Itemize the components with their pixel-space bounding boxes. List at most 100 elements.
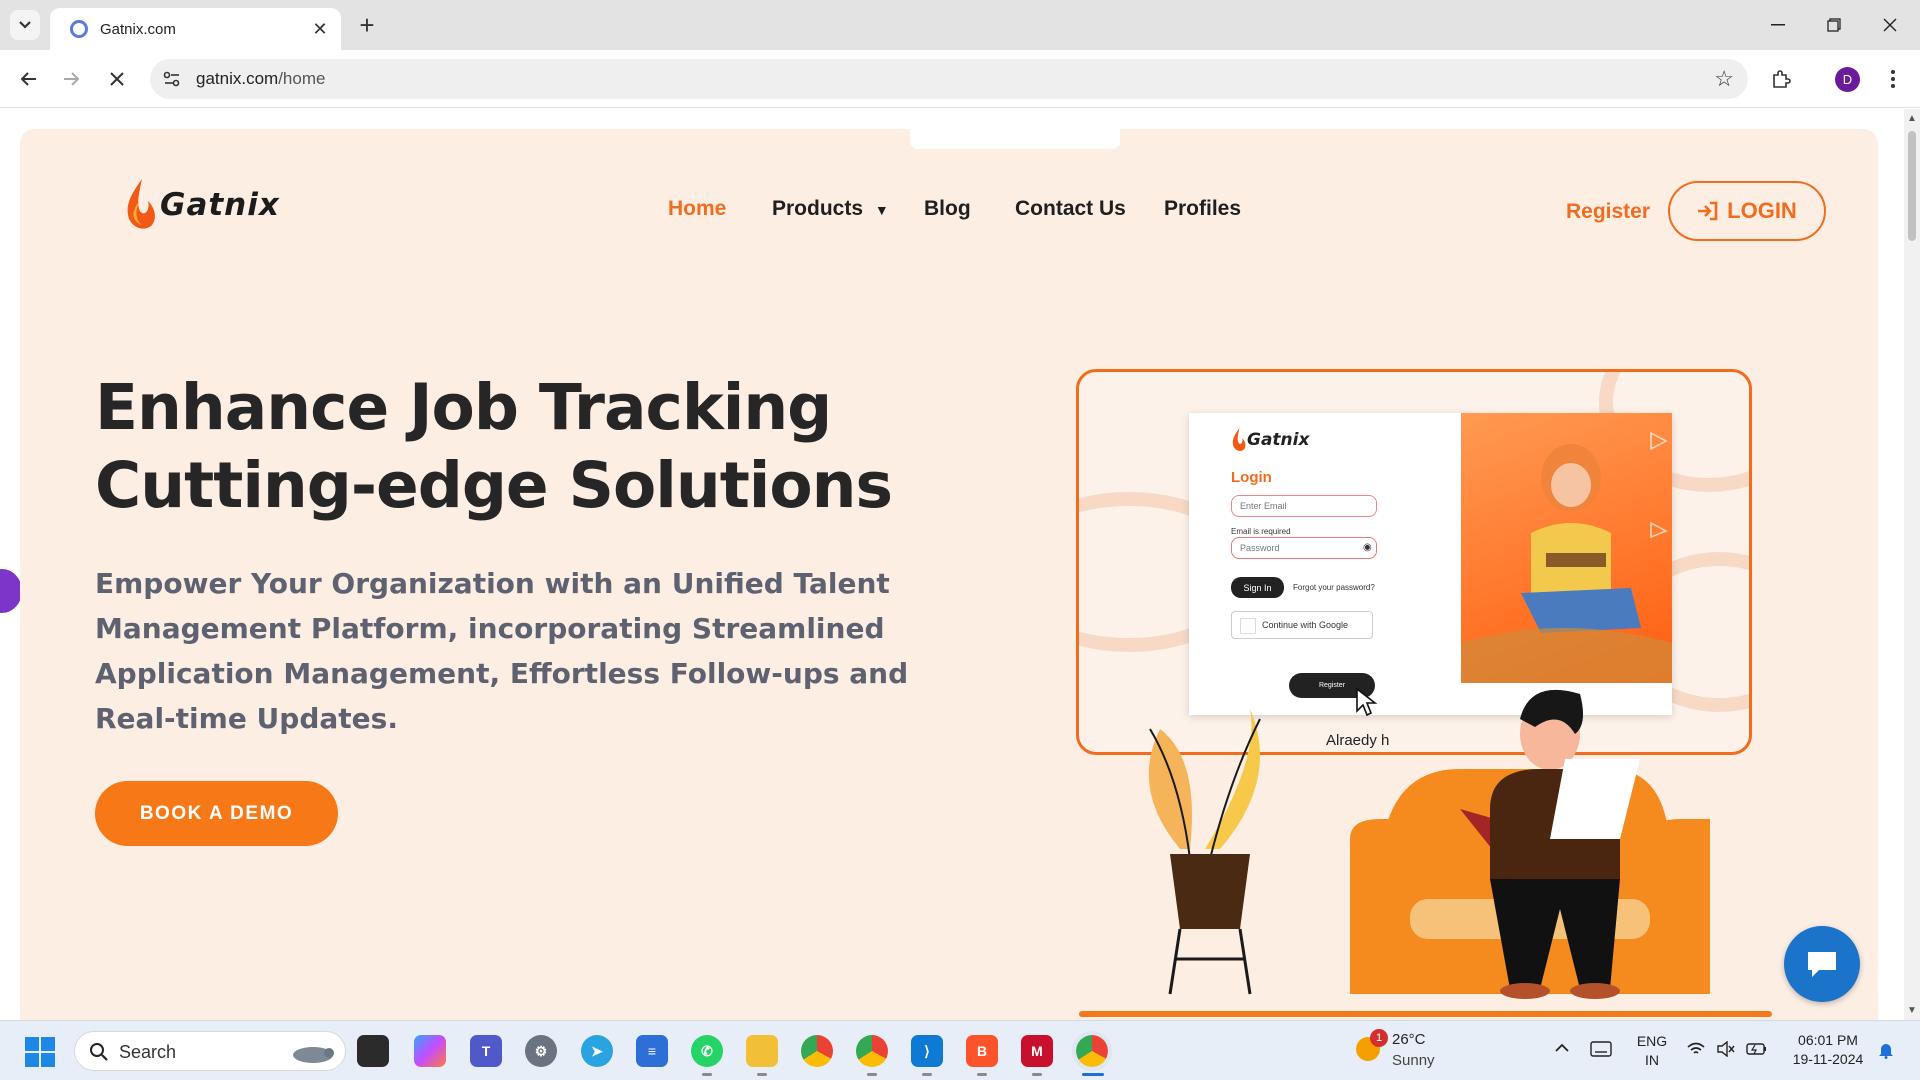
extensions-button[interactable]: [1766, 64, 1796, 94]
notepad-icon[interactable]: ≡: [636, 1035, 668, 1067]
scroll-down-icon[interactable]: ▼: [1907, 1005, 1917, 1016]
scroll-up-icon[interactable]: ▲: [1907, 113, 1917, 124]
weather-temp: 26°C: [1392, 1031, 1426, 1048]
chrome-profile-icon[interactable]: [856, 1035, 888, 1067]
minimize-icon: [1771, 24, 1785, 26]
tab-search-button[interactable]: [10, 10, 40, 40]
nav-contact-us[interactable]: Contact Us: [1015, 197, 1126, 221]
mockup-password-field: Password: [1231, 537, 1377, 559]
hero-headline: Enhance Job Tracking Cutting-edge Soluti…: [95, 369, 995, 525]
mockup-logo-text: Gatnix: [1247, 430, 1310, 450]
notification-bell-icon[interactable]: [1878, 1041, 1894, 1059]
brave-icon[interactable]: B: [966, 1035, 998, 1067]
new-tab-button[interactable]: +: [352, 10, 382, 40]
eye-icon: ◉: [1363, 542, 1372, 553]
header-notch: [910, 129, 1120, 149]
chevron-up-icon[interactable]: [1554, 1043, 1570, 1053]
side-widget-tab[interactable]: [0, 569, 22, 613]
caret-down-icon: ▼: [874, 202, 889, 218]
minimize-window-button[interactable]: [1750, 0, 1806, 50]
running-indicator: [702, 1073, 712, 1076]
restore-icon: [1827, 18, 1841, 32]
browser-menu-button[interactable]: [1878, 64, 1908, 94]
login-button[interactable]: LOGIN: [1668, 181, 1826, 241]
close-icon: [1883, 18, 1897, 32]
page-viewport: Gatnix Home Products ▼ Blog Contact Us P…: [0, 109, 1904, 1020]
mockup-logo: Gatnix: [1231, 427, 1309, 453]
hero-subtext: Empower Your Organization with an Unifie…: [95, 567, 909, 735]
file-explorer-icon[interactable]: [746, 1035, 778, 1067]
copilot-icon[interactable]: [414, 1035, 446, 1067]
chevron-down-icon: [19, 21, 31, 29]
nav-home[interactable]: Home: [668, 197, 726, 221]
bookmark-star-icon[interactable]: ☆: [1714, 66, 1734, 92]
weather-widget[interactable]: 1 26°C Sunny: [1352, 1029, 1435, 1069]
search-icon: [90, 1043, 108, 1061]
input-language[interactable]: ENG IN: [1634, 1032, 1670, 1070]
nav-profiles[interactable]: Profiles: [1164, 197, 1241, 221]
browser-toolbar: gatnix.com/home ☆ D: [0, 50, 1920, 108]
mockup-email-field: Enter Email: [1231, 495, 1377, 517]
nav-blog[interactable]: Blog: [924, 197, 971, 221]
mcafee-icon[interactable]: M: [1021, 1035, 1053, 1067]
person-on-chair-illustration: [1148, 689, 1710, 999]
forward-button[interactable]: [57, 64, 87, 94]
battery-charging-icon[interactable]: [1746, 1041, 1768, 1057]
taskbar-search-box[interactable]: Search: [74, 1031, 346, 1071]
site-logo[interactable]: Gatnix: [124, 177, 280, 233]
teams-icon[interactable]: T: [470, 1035, 502, 1067]
restore-window-button[interactable]: [1806, 0, 1862, 50]
url-path: /home: [278, 69, 326, 88]
hero-section: Gatnix Home Products ▼ Blog Contact Us P…: [20, 129, 1878, 1020]
flame-logo-icon: [1232, 427, 1246, 451]
more-vertical-icon: [1891, 70, 1895, 88]
floor-line: [1079, 1011, 1772, 1017]
address-bar[interactable]: gatnix.com/home ☆: [150, 59, 1748, 99]
mockup-email-error: Email is required: [1231, 527, 1291, 536]
book-demo-button[interactable]: BOOK A DEMO: [95, 781, 338, 846]
chat-widget-button[interactable]: [1784, 926, 1860, 1002]
clock-date: 19-11-2024: [1792, 1051, 1864, 1067]
chat-bubble-icon: [1808, 952, 1836, 977]
chrome-active-icon[interactable]: [1072, 1031, 1112, 1071]
windows-start-icon[interactable]: [25, 1037, 55, 1067]
back-button[interactable]: [13, 64, 43, 94]
page-scrollbar[interactable]: ▲ ▼: [1904, 109, 1920, 1020]
register-link[interactable]: Register: [1566, 200, 1650, 224]
puzzle-piece-icon: [1773, 70, 1791, 88]
stop-loading-button[interactable]: [102, 64, 132, 94]
active-indicator: [1082, 1073, 1104, 1076]
scrollbar-thumb[interactable]: [1908, 131, 1916, 241]
settings-gear-icon[interactable]: ⚙: [525, 1035, 557, 1067]
speaker-muted-icon[interactable]: [1716, 1041, 1736, 1057]
profile-avatar[interactable]: D: [1835, 67, 1860, 92]
close-tab-icon[interactable]: ✕: [309, 19, 331, 40]
clock[interactable]: 06:01 PM 19-11-2024: [1782, 1031, 1874, 1069]
keyboard-icon[interactable]: [1590, 1041, 1612, 1057]
vscode-icon[interactable]: ⟩: [911, 1035, 943, 1067]
nav-products[interactable]: Products ▼: [772, 197, 889, 221]
windows-taskbar: Search T ⚙ ➤ ≡ ✆ ⟩ B M 1 26°C Sunny ENG …: [0, 1020, 1920, 1080]
region-code: IN: [1645, 1052, 1659, 1068]
weather-badge: 1: [1370, 1029, 1388, 1047]
mockup-login-title: Login: [1231, 469, 1272, 486]
running-indicator: [977, 1073, 987, 1076]
task-view-icon[interactable]: [357, 1035, 389, 1067]
logo-text: Gatnix: [160, 187, 280, 223]
flame-logo-icon: [127, 179, 155, 229]
close-icon: [110, 72, 124, 86]
clock-time: 06:01 PM: [1798, 1032, 1858, 1048]
close-window-button[interactable]: [1862, 0, 1918, 50]
wifi-icon[interactable]: [1686, 1041, 1706, 1057]
loading-favicon-icon: [70, 20, 88, 38]
browser-tab-active[interactable]: Gatnix.com ✕: [50, 8, 341, 50]
arrow-right-icon: [64, 72, 80, 86]
running-indicator: [867, 1073, 877, 1076]
arrow-left-icon: [20, 72, 36, 86]
login-button-label: LOGIN: [1727, 198, 1797, 223]
url-host: gatnix.com: [196, 69, 279, 88]
chrome-icon[interactable]: [801, 1035, 833, 1067]
telegram-icon[interactable]: ➤: [581, 1035, 613, 1067]
taskbar-search-label: Search: [119, 1042, 177, 1062]
whatsapp-icon[interactable]: ✆: [691, 1035, 723, 1067]
